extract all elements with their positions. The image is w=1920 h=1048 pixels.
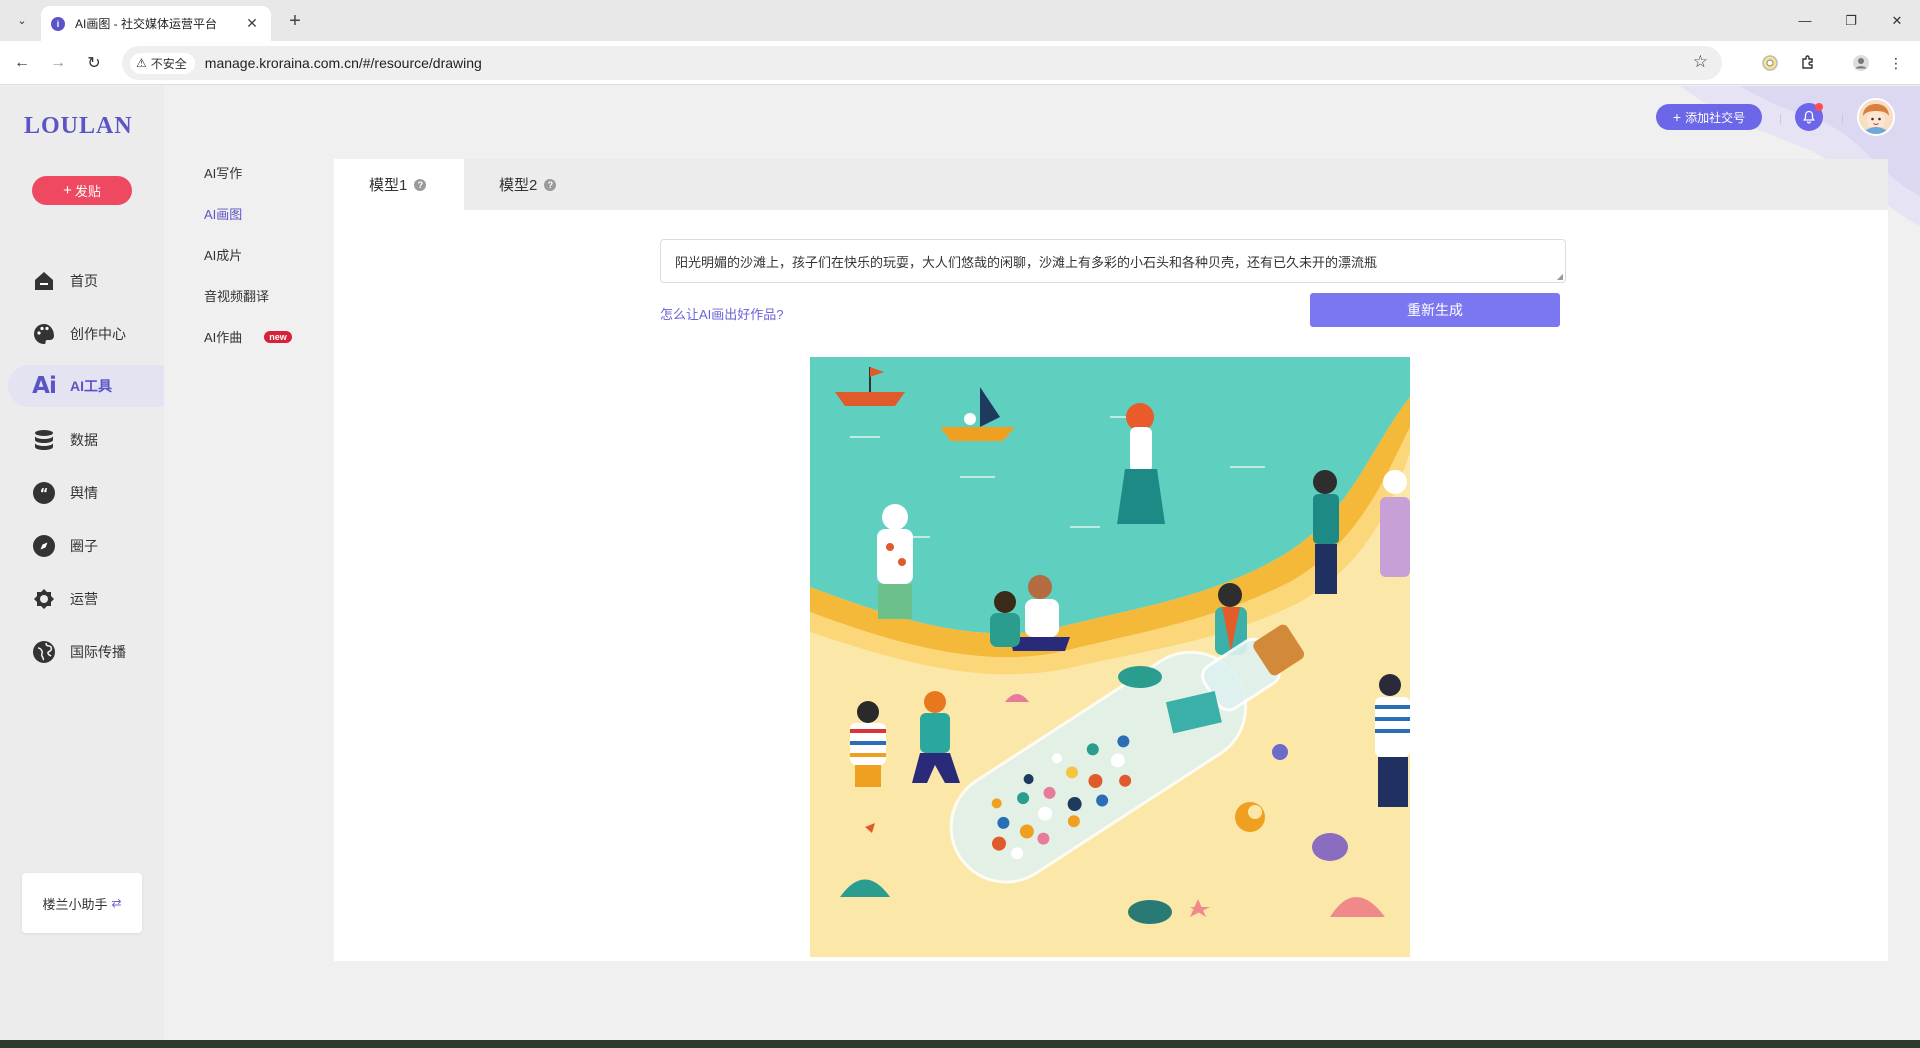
prompt-text: 阳光明媚的沙滩上，孩子们在快乐的玩耍，大人们悠哉的闲聊，沙滩上有多彩的小石头和各… (675, 255, 1378, 270)
favicon-icon: i (51, 16, 65, 31)
beach-illustration (810, 357, 1410, 957)
nav-label: 舆情 (70, 484, 98, 501)
nav-label: 创作中心 (70, 325, 126, 342)
help-question-icon[interactable]: ? (544, 178, 557, 191)
subnav-label: AI成片 (204, 248, 243, 263)
site-info-chip[interactable]: ⚠ 不安全 (130, 52, 195, 74)
nav-label: 数据 (70, 431, 98, 448)
nav-label: AI工具 (70, 378, 112, 394)
restore-window-icon[interactable]: ❐ (1828, 0, 1874, 41)
subnav-item-ai-writing[interactable]: AI写作 (204, 152, 314, 193)
url-text[interactable]: manage.kroraina.com.cn/#/resource/drawin… (205, 55, 482, 71)
tab-title: AI画图 - 社交媒体运营平台 (75, 17, 218, 31)
browser-tab-active[interactable]: i AI画图 - 社交媒体运营平台 ✕ (41, 6, 271, 41)
nav-item-home[interactable]: 首页 (0, 254, 164, 307)
nav-label: 国际传播 (70, 643, 126, 660)
nav-item-creation-center[interactable]: 创作中心 (0, 307, 164, 360)
user-avatar[interactable] (1857, 98, 1895, 136)
database-icon (32, 428, 56, 452)
prompt-textarea[interactable]: 阳光明媚的沙滩上，孩子们在快乐的玩耍，大人们悠哉的闲聊，沙滩上有多彩的小石头和各… (660, 239, 1566, 283)
resize-handle-icon[interactable]: ◢ (1557, 272, 1563, 281)
main-nav: 首页 创作中心 Ai AI工具 数据 “ 舆情 圈子 运营 国际传播 (0, 254, 164, 678)
subnav-item-ai-drawing[interactable]: AI画图 (204, 193, 314, 234)
subnav-label: AI写作 (204, 166, 243, 181)
notification-dot (1815, 103, 1823, 111)
tab-model-2[interactable]: 模型2 ? (464, 159, 594, 210)
subnav-label: 音视频翻译 (204, 289, 270, 304)
reload-icon[interactable]: ↻ (82, 51, 106, 75)
subnav-label: AI作曲 (204, 330, 243, 345)
new-post-button[interactable]: + 发贴 (32, 176, 132, 205)
nav-item-international[interactable]: 国际传播 (0, 625, 164, 678)
assistant-label: 楼兰小助手 (42, 896, 108, 912)
nav-label: 圈子 (70, 537, 98, 554)
os-taskbar (0, 1040, 1920, 1048)
globe-icon (32, 640, 56, 664)
app-root: LOULAN + 发贴 首页 创作中心 Ai AI工具 数据 “ 舆情 圈子 运… (0, 86, 1920, 1040)
divider (1780, 114, 1781, 124)
model-tabs: 模型1 ? 模型2 ? (334, 159, 1888, 210)
nav-item-circle[interactable]: 圈子 (0, 519, 164, 572)
notification-bell-icon[interactable] (1795, 103, 1823, 131)
subnav-item-ai-music[interactable]: AI作曲 new (204, 316, 314, 357)
new-post-label: 发贴 (74, 184, 101, 199)
nav-item-public-opinion[interactable]: “ 舆情 (0, 466, 164, 519)
palette-icon (32, 322, 56, 346)
home-icon (32, 269, 56, 293)
drawing-panel: 模型1 ? 模型2 ? 阳光明媚的沙滩上，孩子们在快乐的玩耍，大人们悠哉的闲聊，… (334, 159, 1888, 961)
tab-label: 模型2 (499, 177, 538, 194)
tab-search-dropdown-icon[interactable]: ⌄ (10, 8, 34, 32)
app-logo[interactable]: LOULAN (24, 113, 133, 140)
tab-close-icon[interactable]: ✕ (243, 15, 261, 32)
nav-label: 首页 (70, 272, 98, 289)
address-bar[interactable]: ⚠ 不安全 manage.kroraina.com.cn/#/resource/… (122, 46, 1722, 80)
extension-icon[interactable] (1760, 53, 1780, 73)
main-sidebar: LOULAN + 发贴 首页 创作中心 Ai AI工具 数据 “ 舆情 圈子 运… (0, 86, 164, 1040)
nav-item-ai-tools[interactable]: Ai AI工具 (8, 365, 164, 407)
browser-tabbar: ⌄ i AI画图 - 社交媒体运营平台 ✕ + — ❐ ✕ (0, 0, 1920, 41)
subnav-item-av-translate[interactable]: 音视频翻译 (204, 275, 314, 316)
tab-label: 模型1 (369, 177, 408, 194)
swap-icon: ⇄ (111, 896, 122, 910)
bookmark-star-icon[interactable]: ☆ (1693, 52, 1708, 72)
nav-item-data[interactable]: 数据 (0, 413, 164, 466)
header-actions: + 添加社交号 (1620, 86, 1920, 148)
add-social-label: 添加社交号 (1685, 110, 1746, 125)
divider (1842, 114, 1843, 124)
extensions-puzzle-icon[interactable] (1798, 53, 1818, 73)
drawing-tips-link[interactable]: 怎么让AI画出好作品? (660, 304, 784, 323)
subnav-label: AI画图 (204, 207, 243, 222)
quote-icon: “ (32, 481, 56, 505)
profile-icon[interactable] (1851, 53, 1871, 73)
plus-icon: + (63, 182, 72, 199)
help-question-icon[interactable]: ? (414, 178, 427, 191)
browser-menu-icon[interactable]: ⋮ (1886, 53, 1906, 73)
svg-text:“: “ (40, 487, 49, 502)
new-tab-icon[interactable]: + (282, 8, 308, 34)
generated-image[interactable] (810, 357, 1410, 957)
ai-icon: Ai (32, 373, 57, 399)
subnav-item-ai-video[interactable]: AI成片 (204, 234, 314, 275)
operations-icon (32, 587, 56, 611)
nav-item-operations[interactable]: 运营 (0, 572, 164, 625)
plus-icon: + (1672, 109, 1682, 125)
compass-icon (32, 534, 56, 558)
new-badge: new (264, 330, 292, 343)
warning-icon: ⚠ (136, 56, 147, 70)
ai-tools-subnav: AI写作 AI画图 AI成片 音视频翻译 AI作曲 new (204, 152, 314, 357)
forward-icon[interactable]: → (46, 51, 70, 75)
minimize-window-icon[interactable]: — (1782, 0, 1828, 41)
add-social-account-button[interactable]: + 添加社交号 (1656, 104, 1762, 130)
nav-label: 运营 (70, 590, 98, 607)
assistant-button[interactable]: 楼兰小助手 ⇄ (22, 873, 142, 933)
close-window-icon[interactable]: ✕ (1874, 0, 1920, 41)
back-icon[interactable]: ← (10, 51, 34, 75)
browser-toolbar: ← → ↻ ⚠ 不安全 manage.kroraina.com.cn/#/res… (0, 41, 1920, 85)
security-label: 不安全 (150, 56, 187, 71)
tab-model-1[interactable]: 模型1 ? (334, 159, 464, 210)
regenerate-button[interactable]: 重新生成 (1310, 293, 1560, 327)
